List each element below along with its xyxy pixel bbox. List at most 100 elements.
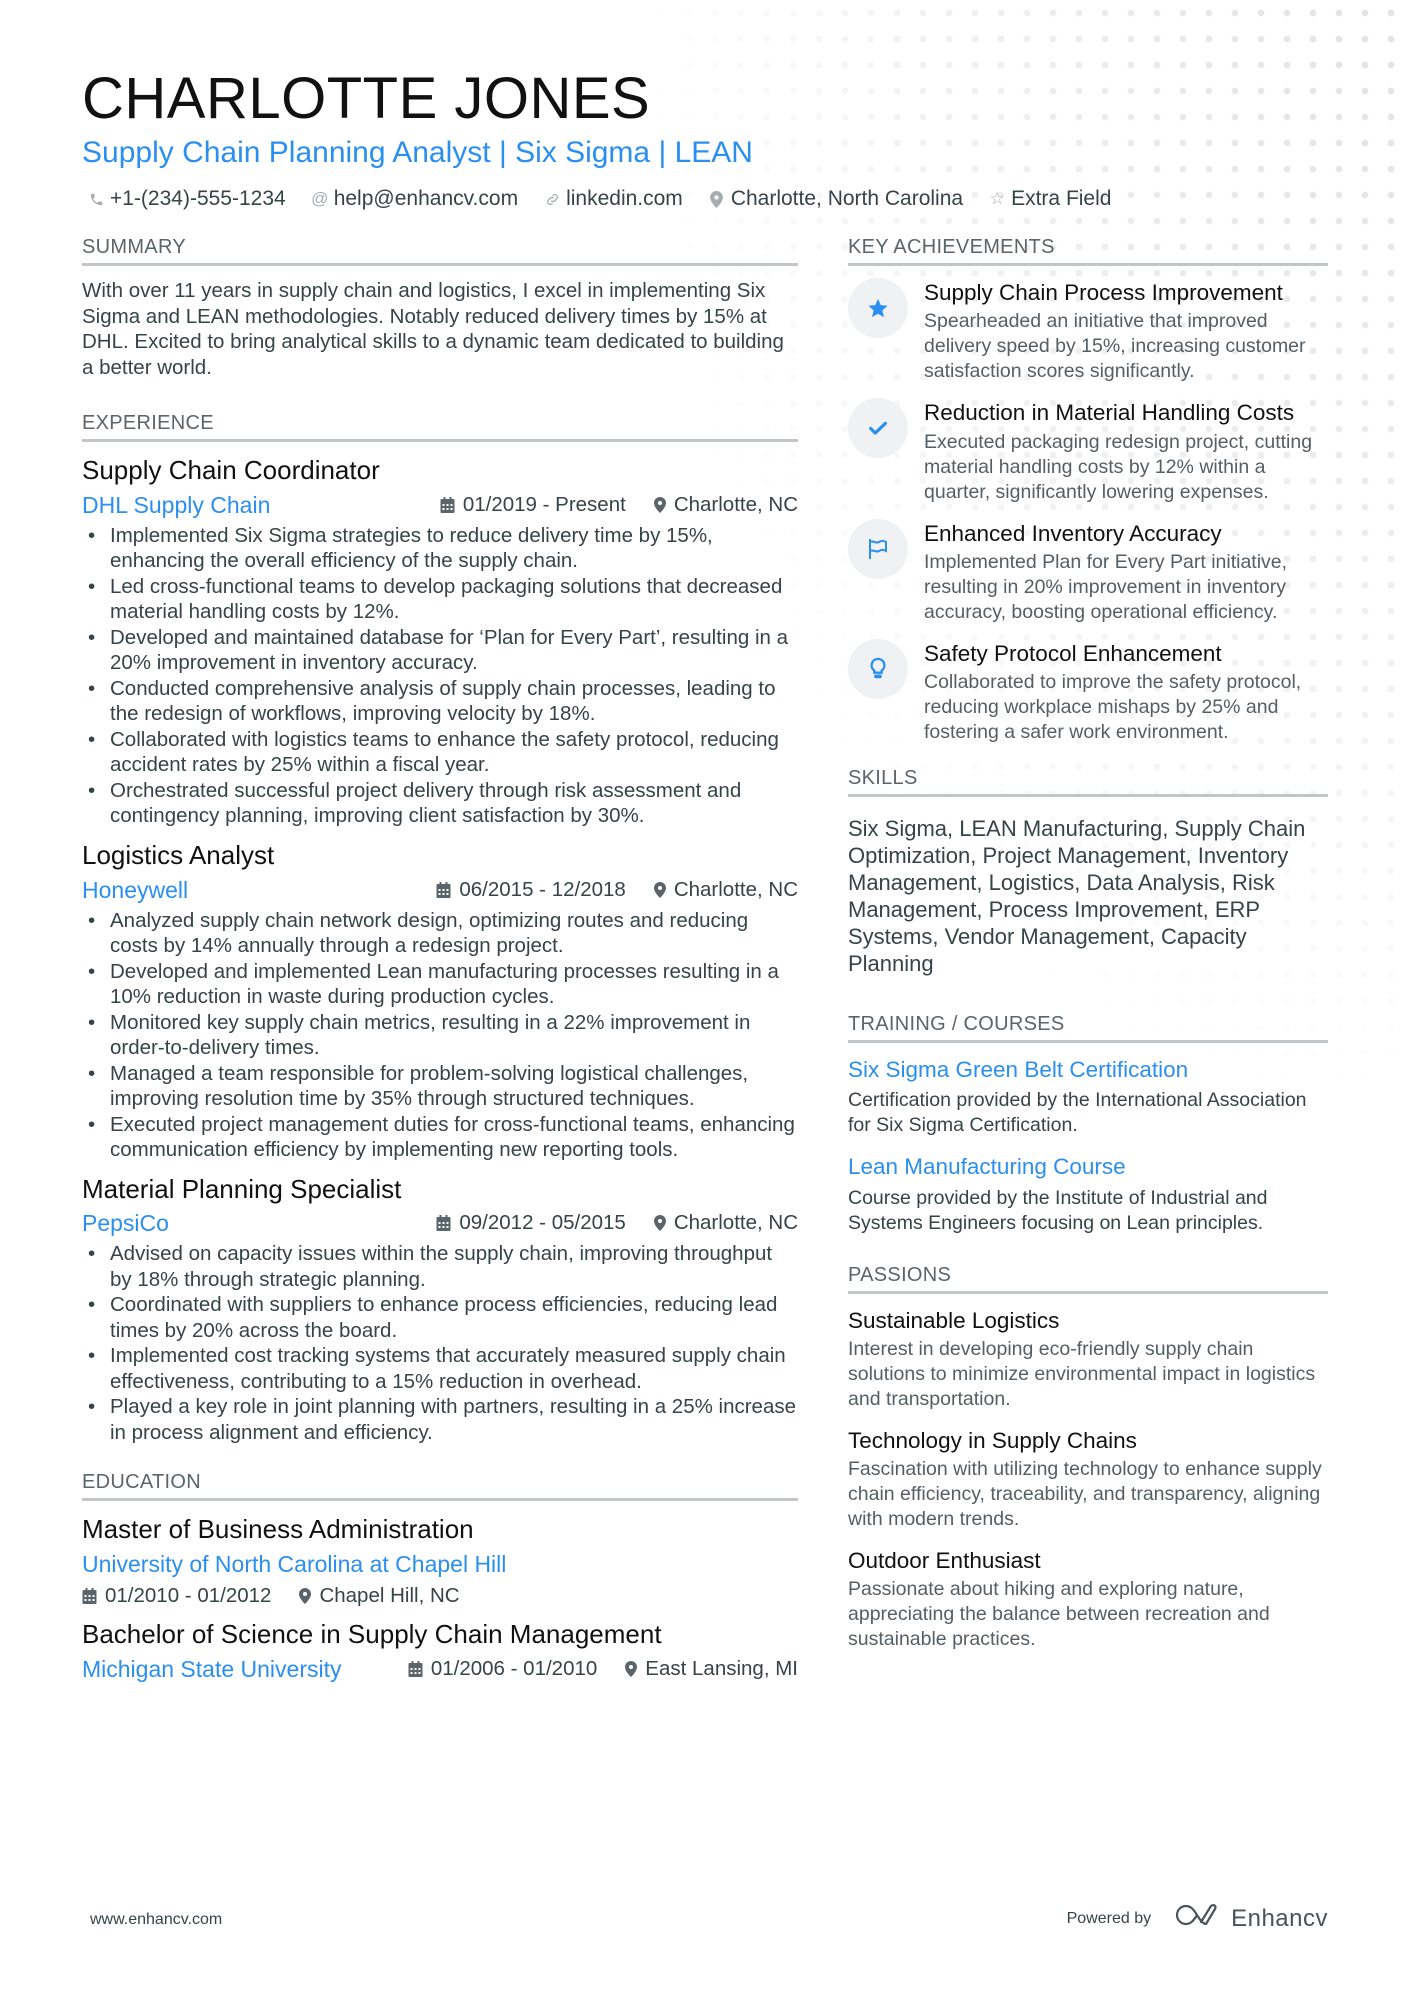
contact-email[interactable]: @ help@enhancv.com: [311, 187, 519, 211]
passion-title: Technology in Supply Chains: [848, 1427, 1137, 1453]
training-section: TRAINING / COURSES Six Sigma Green Belt …: [848, 1013, 1328, 1236]
job-bullet: Developed and implemented Lean manufactu…: [82, 959, 798, 1010]
course-item: Six Sigma Green Belt Certification Certi…: [848, 1055, 1328, 1138]
job-title: Material Planning Specialist: [82, 1173, 402, 1204]
education-location-text: East Lansing, MI: [645, 1656, 798, 1680]
contact-phone[interactable]: +1-(234)-555-1234: [88, 187, 286, 211]
education-date-location: 01/2010 - 01/2012 Chapel Hill, NC: [82, 1584, 798, 1608]
achievement-body: Supply Chain Process Improvement Spearhe…: [924, 278, 1328, 384]
link-icon: [544, 192, 560, 207]
candidate-headline: Supply Chain Planning Analyst | Six Sigm…: [82, 136, 753, 169]
school-name[interactable]: University of North Carolina at Chapel H…: [82, 1551, 798, 1578]
location-icon: [299, 1588, 312, 1605]
job-dates: 01/2019 - Present: [440, 493, 626, 517]
job-bullet: Orchestrated successful project delivery…: [82, 778, 798, 829]
company-name[interactable]: DHL Supply Chain: [82, 492, 270, 519]
job-meta: DHL Supply Chain 01/2019 - Present Charl…: [82, 492, 798, 519]
job-location: Charlotte, NC: [653, 1211, 798, 1235]
achievement-body: Safety Protocol Enhancement Collaborated…: [924, 639, 1328, 745]
education-dates: 01/2006 - 01/2010: [408, 1657, 597, 1681]
job-bullet: Developed and maintained database for ‘P…: [82, 625, 798, 676]
degree-title: Bachelor of Science in Supply Chain Mana…: [82, 1619, 662, 1650]
company-name[interactable]: Honeywell: [82, 877, 188, 904]
education-location: Chapel Hill, NC: [299, 1584, 460, 1608]
experience-entry: Logistics Analyst Honeywell 06/2015 - 12…: [82, 839, 798, 1163]
summary-section: SUMMARY With over 11 years in supply cha…: [82, 236, 798, 380]
job-bullet: Implemented cost tracking systems that a…: [82, 1343, 798, 1394]
education-entry: Bachelor of Science in Supply Chain Mana…: [82, 1618, 798, 1683]
location-icon: [653, 496, 666, 513]
achievement-title: Supply Chain Process Improvement: [924, 280, 1283, 305]
contact-location: Charlotte, North Carolina: [709, 187, 963, 211]
achievement-title: Reduction in Material Handling Costs: [924, 400, 1295, 426]
course-item: Lean Manufacturing Course Course provide…: [848, 1152, 1328, 1235]
footer-website[interactable]: www.enhancv.com: [90, 1911, 222, 1929]
job-dates-text: 01/2019 - Present: [462, 492, 626, 516]
contact-extra-text: Extra Field: [1011, 187, 1112, 210]
achievement-desc: Spearheaded an initiative that improved …: [924, 310, 1306, 383]
education-date-location: 01/2006 - 01/2010 East Lansing, MI: [408, 1657, 798, 1681]
contact-email-text: help@enhancv.com: [333, 187, 519, 210]
powered-by-label: Powered by: [1066, 1909, 1152, 1927]
job-bullet: Monitored key supply chain metrics, resu…: [82, 1010, 798, 1061]
education-entry: Master of Business Administration Univer…: [82, 1513, 798, 1608]
achievement-title: Enhanced Inventory Accuracy: [924, 520, 1222, 546]
contact-phone-text: +1-(234)-555-1234: [110, 187, 286, 210]
job-bullet: Implemented Six Sigma strategies to redu…: [82, 523, 798, 574]
job-bullet: Advised on capacity issues within the su…: [82, 1241, 798, 1292]
contact-linkedin[interactable]: linkedin.com: [544, 187, 683, 211]
enhancv-logo-icon: [1175, 1902, 1221, 1935]
contact-extra: ☆ Extra Field: [989, 187, 1111, 211]
enhancv-logo[interactable]: Enhancv: [1175, 1902, 1328, 1935]
job-date-location: 06/2015 - 12/2018 Charlotte, NC: [436, 878, 798, 902]
job-date-location: 01/2019 - Present Charlotte, NC: [440, 493, 798, 517]
job-location: Charlotte, NC: [653, 492, 798, 517]
job-meta: Honeywell 06/2015 - 12/2018 Charlotte, N…: [82, 877, 798, 904]
at-icon: @: [311, 189, 329, 208]
skills-section: SKILLS Six Sigma, LEAN Manufacturing, Su…: [848, 767, 1328, 977]
achievement-desc: Collaborated to improve the safety proto…: [924, 671, 1302, 743]
experience-entry: Material Planning Specialist PepsiCo 09/…: [82, 1173, 798, 1446]
job-bullet: Led cross-functional teams to develop pa…: [82, 574, 798, 625]
job-bullet: Collaborated with logistics teams to enh…: [82, 727, 798, 778]
achievement-body: Reduction in Material Handling Costs Exe…: [924, 398, 1328, 504]
degree-title: Master of Business Administration: [82, 1514, 474, 1545]
company-name[interactable]: PepsiCo: [82, 1210, 169, 1237]
section-title-skills: SKILLS: [848, 767, 1328, 797]
school-name[interactable]: Michigan State University: [82, 1656, 342, 1683]
summary-text: With over 11 years in supply chain and l…: [82, 279, 784, 379]
job-location-text: Charlotte, NC: [673, 492, 798, 516]
education-dates: 01/2010 - 01/2012: [82, 1584, 271, 1608]
course-title[interactable]: Six Sigma Green Belt Certification: [848, 1055, 1328, 1084]
location-icon: [625, 1660, 638, 1677]
section-title-training: TRAINING / COURSES: [848, 1013, 1328, 1043]
course-title[interactable]: Lean Manufacturing Course: [848, 1152, 1328, 1181]
job-dates-text: 09/2012 - 05/2015: [459, 1211, 626, 1235]
location-icon: [653, 881, 666, 898]
achievement-item: Reduction in Material Handling Costs Exe…: [848, 398, 1328, 504]
passion-title: Sustainable Logistics: [848, 1307, 1060, 1333]
job-location: Charlotte, NC: [653, 877, 798, 902]
achievement-title: Safety Protocol Enhancement: [924, 640, 1222, 666]
star-icon: [848, 278, 908, 338]
job-bullet: Coordinated with suppliers to enhance pr…: [82, 1292, 798, 1343]
calendar-icon: [436, 881, 451, 898]
calendar-icon: [82, 1588, 97, 1605]
job-location-text: Charlotte, NC: [673, 1211, 798, 1235]
passion-desc: Passionate about hiking and exploring na…: [848, 1578, 1270, 1651]
calendar-icon: [436, 1215, 451, 1232]
job-location-text: Charlotte, NC: [673, 877, 798, 901]
course-desc: Course provided by the Institute of Indu…: [848, 1186, 1268, 1234]
passions-section: PASSIONS Sustainable Logistics Interest …: [848, 1264, 1328, 1653]
section-title-passions: PASSIONS: [848, 1264, 1328, 1294]
job-bullet: Managed a team responsible for problem-s…: [82, 1061, 798, 1112]
footer-branding: Powered by Enhancv: [1067, 1902, 1328, 1935]
contact-bar: +1-(234)-555-1234 @ help@enhancv.com lin…: [88, 187, 1111, 211]
location-icon: [709, 190, 725, 208]
job-bullet: Conducted comprehensive analysis of supp…: [82, 676, 798, 727]
section-title-summary: SUMMARY: [82, 236, 798, 266]
passion-item: Outdoor Enthusiast Passionate about hiki…: [848, 1546, 1328, 1652]
passion-item: Sustainable Logistics Interest in develo…: [848, 1306, 1328, 1412]
contact-linkedin-text: linkedin.com: [566, 187, 683, 210]
job-meta: PepsiCo 09/2012 - 05/2015 Charlotte, NC: [82, 1210, 798, 1237]
